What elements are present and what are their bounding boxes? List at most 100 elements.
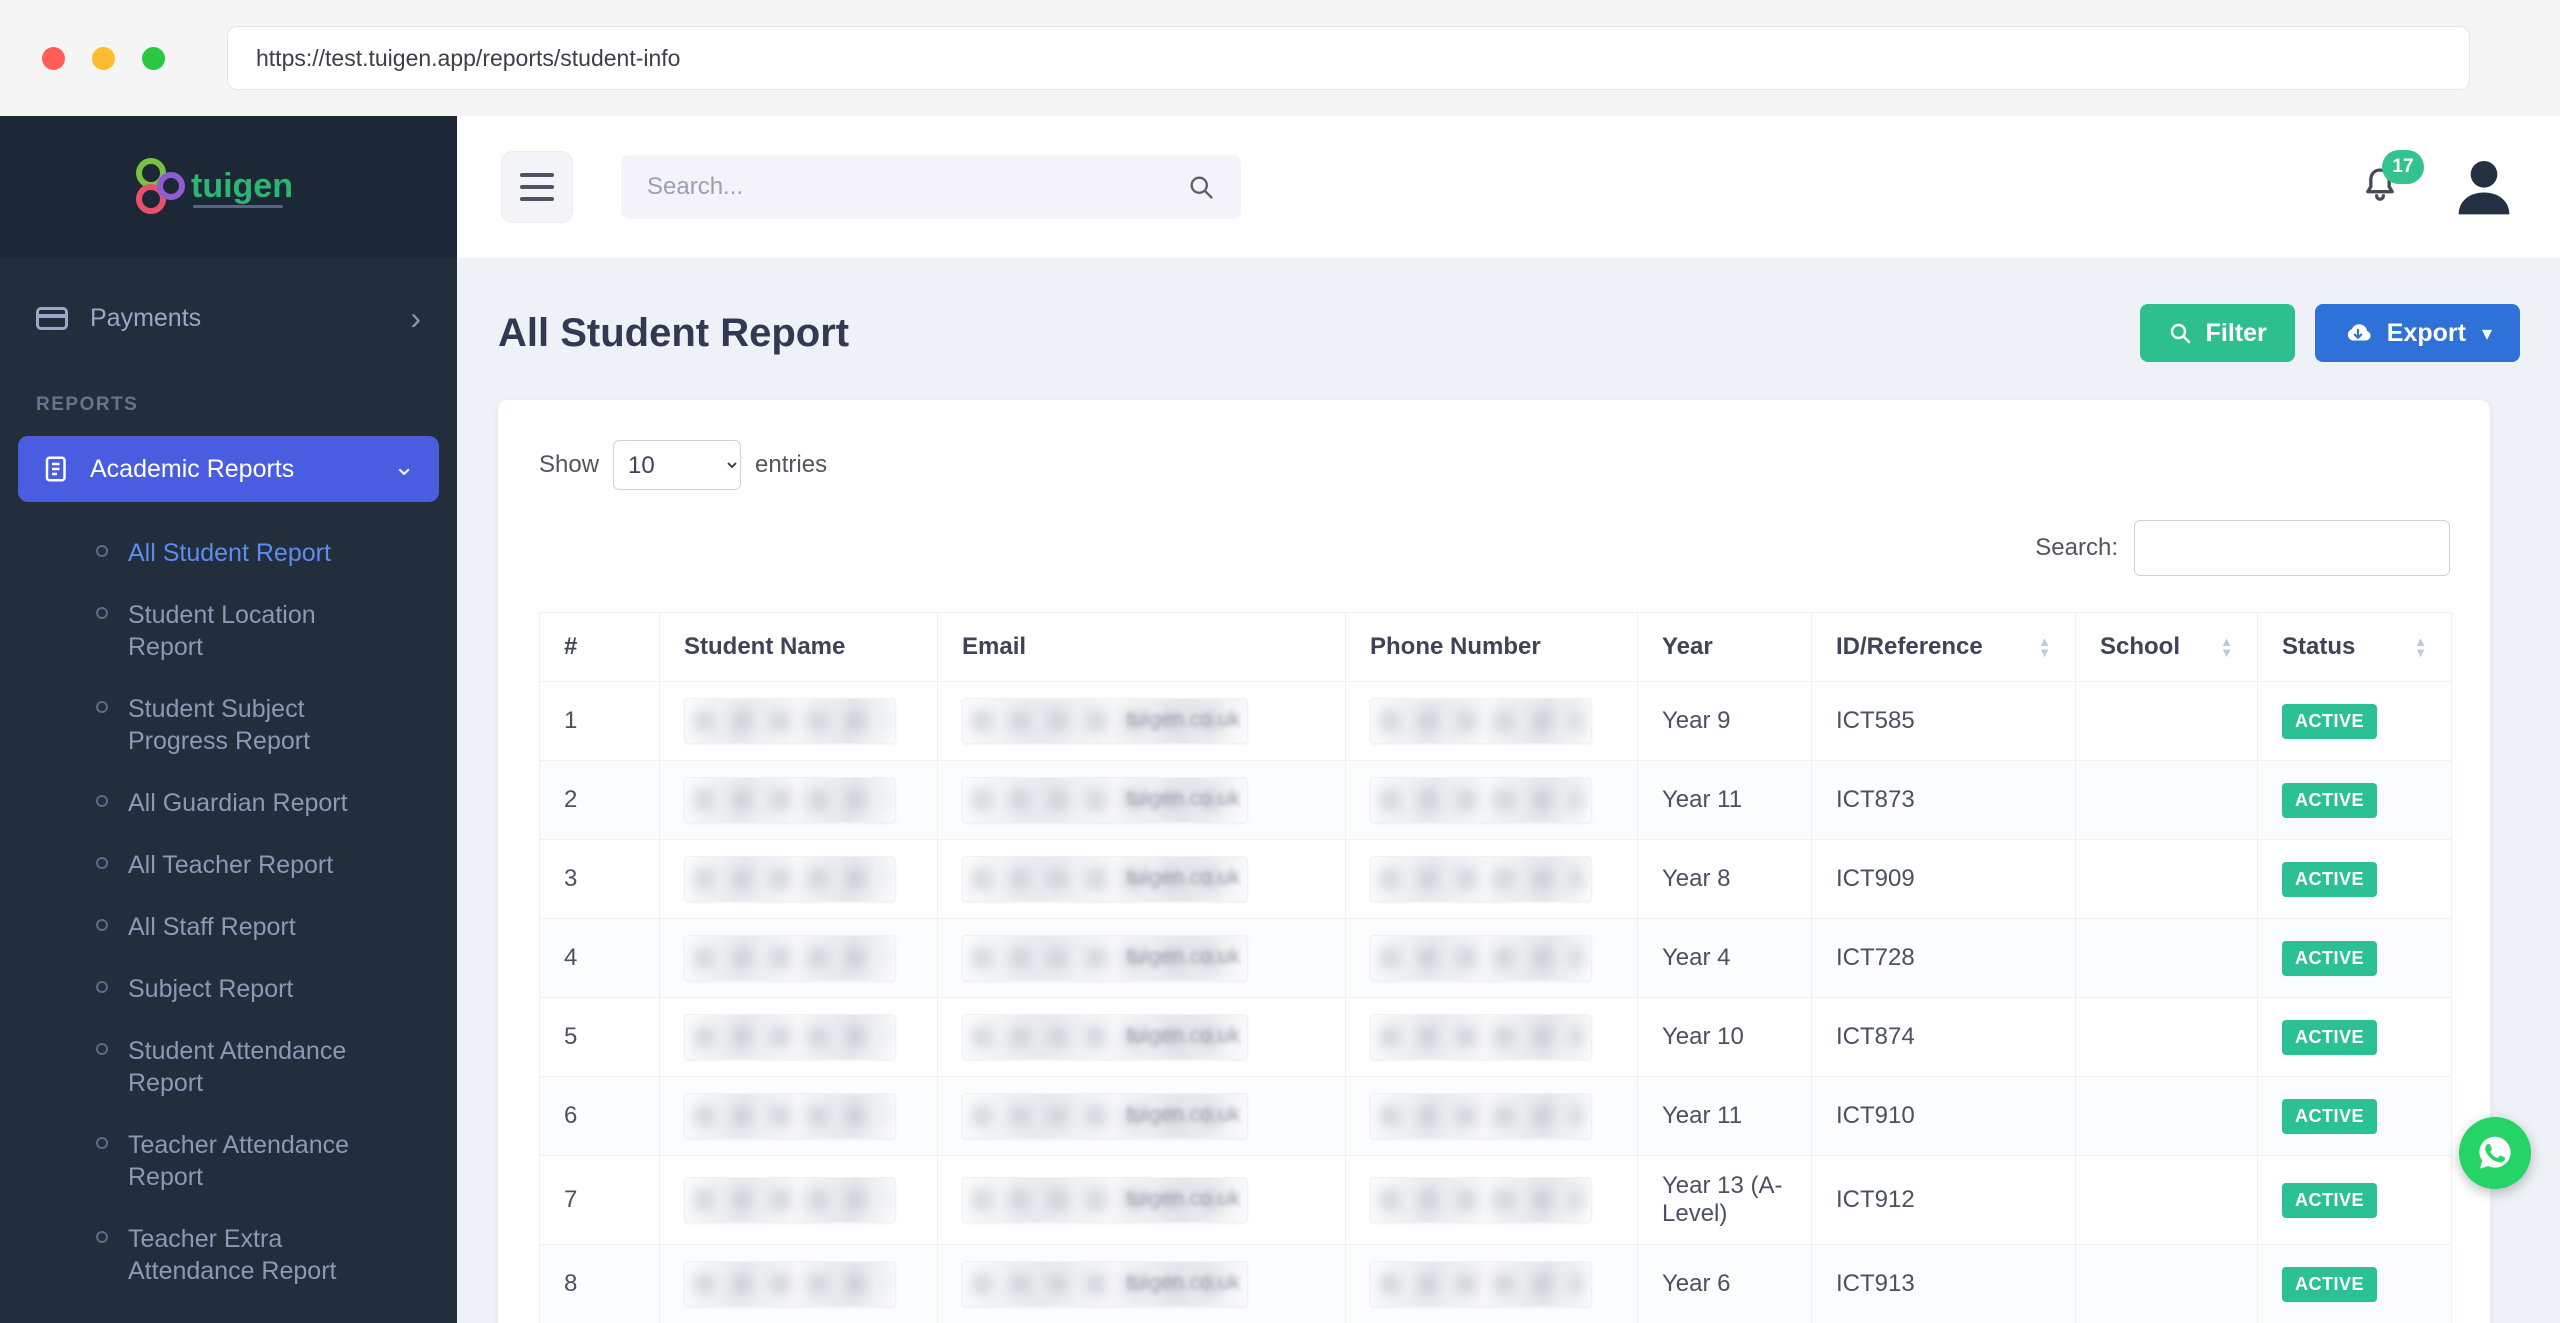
bullet-icon xyxy=(96,1231,108,1243)
redacted-email-domain: tuigen.co.uk xyxy=(1126,1103,1240,1126)
cell-school xyxy=(2075,1076,2258,1156)
status-badge: ACTIVE xyxy=(2282,861,2378,897)
zoom-window-button[interactable] xyxy=(142,46,165,70)
cell-id-reference: ICT873 xyxy=(1811,760,2076,840)
menu-toggle-button[interactable] xyxy=(501,151,573,223)
user-avatar[interactable] xyxy=(2452,155,2516,220)
cell-school xyxy=(2075,997,2258,1077)
bullet-icon xyxy=(96,701,108,713)
redacted-phone xyxy=(1370,1177,1592,1223)
cell-id-reference: ICT910 xyxy=(1811,1076,2076,1156)
table-column-header[interactable]: # xyxy=(539,612,660,682)
filter-search-icon xyxy=(2170,323,2190,344)
table-search-input[interactable] xyxy=(2134,520,2450,576)
whatsapp-button[interactable] xyxy=(2459,1117,2531,1189)
sidebar-subitem[interactable]: Student Location Report xyxy=(96,584,397,678)
sidebar-group-academic-reports[interactable]: Academic Reports ⌄ xyxy=(18,436,439,502)
cell-phone xyxy=(1345,1244,1638,1323)
sidebar-subitem[interactable]: Teacher Extra Attendance Report xyxy=(96,1208,397,1302)
table-row[interactable]: 1 tuigen.co.uk Year 9 ICT585 ACTIVE xyxy=(539,681,2452,761)
sidebar-subitem-label: Student Location Report xyxy=(128,601,316,661)
global-search-input[interactable] xyxy=(647,173,1187,201)
sidebar-subitem[interactable]: All Staff Report xyxy=(96,896,397,958)
redacted-name xyxy=(684,935,896,981)
bullet-icon xyxy=(96,857,108,869)
table-column-header[interactable]: Phone Number xyxy=(1345,612,1638,682)
sidebar-subitem-label: Student Attendance Report xyxy=(128,1037,347,1097)
table-row[interactable]: 6 tuigen.co.uk Year 11 ICT910 ACTIVE xyxy=(539,1076,2452,1156)
logo[interactable]: tuigen xyxy=(0,116,457,258)
table-row[interactable]: 4 tuigen.co.uk Year 4 ICT728 ACTIVE xyxy=(539,918,2452,998)
table-header-row: # Student Name Email Phone Number Year I… xyxy=(539,612,2452,682)
url-bar[interactable]: https://test.tuigen.app/reports/student-… xyxy=(227,26,2470,90)
table-row[interactable]: 3 tuigen.co.uk Year 8 ICT909 ACTIVE xyxy=(539,839,2452,919)
redacted-name xyxy=(684,1093,896,1139)
redacted-email: tuigen.co.uk xyxy=(962,935,1248,981)
sort-icon[interactable]: ▲ ▼ xyxy=(2404,635,2427,659)
cell-status: ACTIVE xyxy=(2257,681,2452,761)
page-size-select[interactable]: 10 xyxy=(613,440,742,490)
global-search[interactable] xyxy=(621,155,1241,219)
table-column-header[interactable]: Status ▲ ▼ xyxy=(2257,612,2452,682)
tuigen-logo-icon: tuigen xyxy=(135,158,292,214)
cell-phone xyxy=(1345,997,1638,1077)
cell-email: tuigen.co.uk xyxy=(937,839,1346,919)
bullet-icon xyxy=(96,545,108,557)
sidebar-subitem[interactable]: All Teacher Report xyxy=(96,834,397,896)
status-badge: ACTIVE xyxy=(2282,1098,2378,1134)
sidebar-subitem[interactable]: All Student Report xyxy=(96,522,397,584)
sidebar-item-payments[interactable]: Payments › xyxy=(0,282,457,354)
sidebar-subitem[interactable]: All Guardian Report xyxy=(96,772,397,834)
sidebar-subitem[interactable]: Staff Attendance Report xyxy=(96,1302,397,1323)
table-row[interactable]: 8 tuigen.co.uk Year 6 ICT913 ACTIVE xyxy=(539,1244,2452,1323)
entries-label: entries xyxy=(755,451,828,478)
redacted-email-domain: tuigen.co.uk xyxy=(1126,708,1240,731)
cell-phone xyxy=(1345,1076,1638,1156)
cell-id-reference: ICT874 xyxy=(1811,997,2076,1077)
window-controls xyxy=(42,46,165,70)
sidebar-subitem[interactable]: Student Subject Progress Report xyxy=(96,678,397,772)
hamburger-icon xyxy=(520,173,554,177)
sidebar-subitem[interactable]: Teacher Attendance Report xyxy=(96,1114,397,1208)
table-row[interactable]: 2 tuigen.co.uk Year 11 ICT873 ACTIVE xyxy=(539,760,2452,840)
table-column-header[interactable]: ID/Reference ▲ ▼ xyxy=(1811,612,2076,682)
table-row[interactable]: 7 tuigen.co.uk Year 13 (A-Level) ICT912 … xyxy=(539,1155,2452,1245)
redacted-name xyxy=(684,1261,896,1307)
sidebar-subitem[interactable]: Subject Report xyxy=(96,958,397,1020)
cell-id-reference: ICT728 xyxy=(1811,918,2076,998)
cell-id-reference: ICT585 xyxy=(1811,681,2076,761)
table-column-header[interactable]: Year xyxy=(1637,612,1812,682)
cell-email: tuigen.co.uk xyxy=(937,1076,1346,1156)
redacted-phone xyxy=(1370,856,1592,902)
cell-index: 7 xyxy=(539,1155,660,1245)
status-badge: ACTIVE xyxy=(2282,782,2378,818)
filter-button[interactable]: Filter xyxy=(2139,304,2295,362)
table-column-header[interactable]: Student Name xyxy=(659,612,938,682)
table-row[interactable]: 5 tuigen.co.uk Year 10 ICT874 ACTIVE xyxy=(539,997,2452,1077)
cell-email: tuigen.co.uk xyxy=(937,1244,1346,1323)
sidebar-subitem-label: Teacher Attendance Report xyxy=(128,1131,349,1191)
cell-student-name xyxy=(659,918,938,998)
cell-status: ACTIVE xyxy=(2257,918,2452,998)
sort-icon[interactable]: ▲ ▼ xyxy=(2210,635,2233,659)
close-window-button[interactable] xyxy=(42,46,65,70)
search-icon[interactable] xyxy=(1187,173,1215,201)
sidebar-subitem-label: Student Subject Progress Report xyxy=(128,695,311,755)
cell-status: ACTIVE xyxy=(2257,1155,2452,1245)
minimize-window-button[interactable] xyxy=(92,46,115,70)
bullet-icon xyxy=(96,1137,108,1149)
sort-icon[interactable]: ▲ ▼ xyxy=(2028,635,2051,659)
chevron-right-icon: › xyxy=(410,300,421,336)
user-icon xyxy=(2458,160,2510,214)
redacted-email-domain: tuigen.co.uk xyxy=(1126,866,1240,889)
export-button[interactable]: Export ▾ xyxy=(2314,304,2520,362)
table-column-header[interactable]: School ▲ ▼ xyxy=(2075,612,2258,682)
sidebar-subitem-label: All Teacher Report xyxy=(128,851,334,879)
sidebar-subitem-label: Staff Attendance Report xyxy=(128,1317,393,1323)
topbar: 17 xyxy=(457,116,2560,258)
cell-index: 5 xyxy=(539,997,660,1077)
chevron-down-icon: ⌄ xyxy=(393,450,415,481)
sidebar-subitem[interactable]: Student Attendance Report xyxy=(96,1020,397,1114)
notifications-button[interactable]: 17 xyxy=(2360,149,2424,211)
table-column-header[interactable]: Email xyxy=(937,612,1346,682)
